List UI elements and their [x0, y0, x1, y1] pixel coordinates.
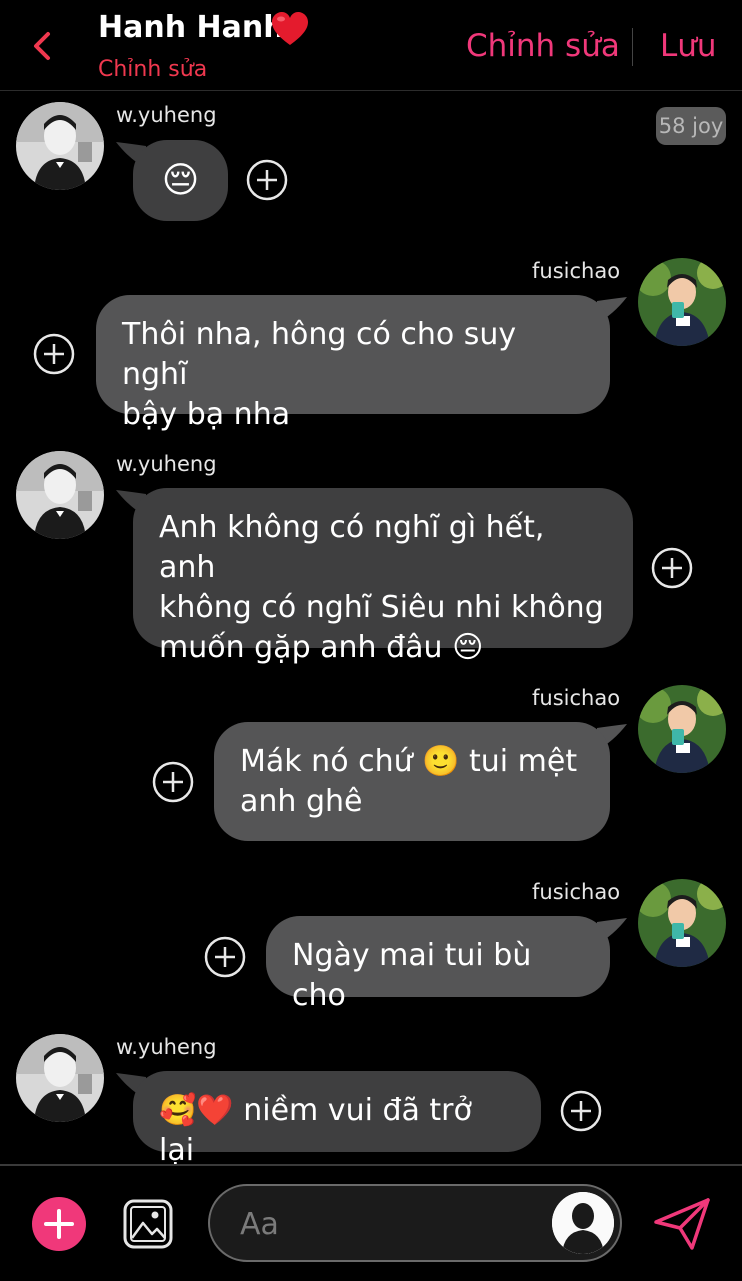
add-reaction-icon[interactable]	[152, 761, 194, 803]
message-bubble[interactable]: Anh không có nghĩ gì hết, anh không có n…	[133, 488, 633, 665]
message-line: không có nghĩ Siêu nhi không	[159, 590, 604, 625]
avatar-fusichao[interactable]	[638, 879, 726, 967]
chat-header: Hanh Hanh Chỉnh sửa Chỉnh sửa Lưu	[0, 0, 742, 91]
avatar-image	[16, 1034, 104, 1122]
add-reaction-icon[interactable]	[33, 333, 75, 375]
sender-name: fusichao	[532, 880, 621, 904]
user-silhouette-icon	[552, 1192, 614, 1254]
avatar-fusichao[interactable]	[638, 685, 726, 773]
avatar-w-yuheng[interactable]	[16, 451, 104, 539]
message-line: Anh không có nghĩ gì hết, anh	[159, 510, 545, 585]
message-text: 🥰❤️ niềm vui đã trở lại	[159, 1093, 472, 1168]
send-icon[interactable]	[652, 1196, 712, 1252]
message-input-container[interactable]	[208, 1184, 622, 1262]
avatar-image	[16, 102, 104, 190]
edit-button[interactable]: Chỉnh sửa	[466, 28, 620, 64]
message-bubble[interactable]: 🥰❤️ niềm vui đã trở lại	[133, 1071, 541, 1168]
chevron-left-icon[interactable]	[26, 26, 60, 66]
message-line: Mák nó chứ 🙂 tui mệt	[240, 744, 578, 779]
avatar-fusichao[interactable]	[638, 258, 726, 346]
image-icon[interactable]	[122, 1198, 174, 1250]
avatar-w-yuheng[interactable]	[16, 1034, 104, 1122]
plus-icon	[44, 1209, 74, 1239]
sender-name: fusichao	[532, 259, 621, 283]
heart-icon	[272, 12, 308, 45]
composer-divider	[0, 1164, 742, 1166]
avatar-image	[638, 685, 726, 773]
header-divider	[632, 28, 633, 66]
message-bubble[interactable]: 😔	[133, 140, 228, 221]
message-line: bậy bạ nha	[122, 397, 291, 432]
message-bubble[interactable]: Ngày mai tui bù cho	[266, 916, 610, 1013]
message-input[interactable]	[238, 1200, 542, 1248]
chat-title: Hanh Hanh	[98, 10, 285, 45]
message-line: Thôi nha, hông có cho suy nghĩ	[122, 317, 517, 392]
message-line: muốn gặp anh đâu 😔	[159, 630, 484, 665]
chat-screen: Hanh Hanh Chỉnh sửa Chỉnh sửa Lưu 58 joy…	[0, 0, 742, 1281]
avatar-image	[16, 451, 104, 539]
add-reaction-icon[interactable]	[246, 159, 288, 201]
profile-avatar[interactable]	[552, 1192, 614, 1254]
chat-subtitle[interactable]: Chỉnh sửa	[98, 57, 207, 82]
message-bubble[interactable]: Thôi nha, hông có cho suy nghĩ bậy bạ nh…	[96, 295, 610, 432]
add-reaction-icon[interactable]	[204, 936, 246, 978]
add-reaction-icon[interactable]	[560, 1090, 602, 1132]
avatar-image	[638, 879, 726, 967]
sender-name: w.yuheng	[116, 452, 217, 476]
sender-name: w.yuheng	[116, 103, 217, 127]
avatar-w-yuheng[interactable]	[16, 102, 104, 190]
message-text: 😔	[161, 160, 200, 201]
save-button[interactable]: Lưu	[660, 28, 717, 64]
message-line: anh ghê	[240, 784, 363, 819]
message-bubble[interactable]: Mák nó chứ 🙂 tui mệt anh ghê	[214, 722, 610, 841]
message-text: Ngày mai tui bù cho	[292, 938, 532, 1013]
timestamp-badge: 58 joy	[656, 107, 726, 145]
add-button[interactable]	[32, 1197, 86, 1251]
add-reaction-icon[interactable]	[651, 547, 693, 589]
sender-name: w.yuheng	[116, 1035, 217, 1059]
avatar-image	[638, 258, 726, 346]
sender-name: fusichao	[532, 686, 621, 710]
